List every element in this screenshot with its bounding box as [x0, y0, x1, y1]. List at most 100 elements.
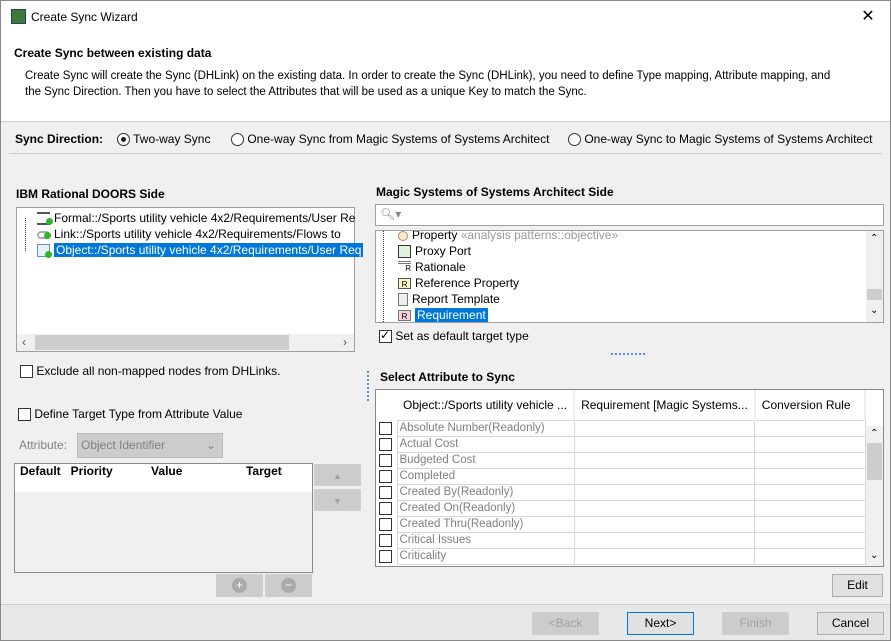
property-icon [398, 231, 408, 241]
column-header[interactable]: Value [118, 464, 216, 478]
target-attribute-cell[interactable] [573, 483, 756, 501]
conversion-rule-cell[interactable] [754, 515, 866, 533]
target-attribute-cell[interactable] [573, 515, 756, 533]
exclude-checkbox[interactable]: Exclude all non-mapped nodes from DHLink… [20, 364, 280, 379]
remove-button[interactable]: − [265, 574, 312, 597]
magic-type-tree[interactable]: Property «analysis patterns::objective» … [375, 230, 884, 323]
conversion-rule-cell[interactable] [754, 531, 866, 549]
target-attribute-cell[interactable] [573, 547, 756, 565]
row-checkbox[interactable] [379, 533, 392, 547]
table-row[interactable]: Absolute Number(Readonly) [376, 419, 866, 437]
conversion-rule-cell[interactable] [754, 499, 866, 517]
move-down-button[interactable]: ▼ [314, 489, 361, 511]
radio-two-way[interactable]: Two-way Sync [117, 132, 210, 147]
tree-item-selected[interactable]: Object::/Sports utility vehicle 4x2/Requ… [37, 242, 364, 259]
row-checkbox[interactable] [379, 549, 392, 563]
column-header[interactable]: Object::/Sports utility vehicle ... [397, 390, 576, 420]
target-attribute-cell[interactable] [573, 451, 756, 469]
target-attribute-cell[interactable] [573, 499, 756, 517]
target-attribute-cell[interactable] [573, 531, 756, 549]
column-header[interactable]: Requirement [Magic Systems... [574, 390, 756, 420]
tree-item[interactable]: Property «analysis patterns::objective» [398, 231, 618, 243]
row-checkbox[interactable] [379, 501, 392, 515]
radio-icon[interactable] [117, 133, 130, 147]
radio-icon[interactable] [568, 133, 581, 147]
radio-one-way-from[interactable]: One-way Sync from Magic Systems of Syste… [231, 132, 549, 147]
checkbox-icon[interactable] [379, 328, 392, 344]
move-up-button[interactable]: ▲ [314, 464, 361, 486]
horizontal-scrollbar[interactable]: ‹ › [17, 334, 354, 351]
edit-button[interactable]: Edit [832, 574, 883, 597]
table-row[interactable]: Criticality [376, 547, 866, 565]
table-row[interactable]: Actual Cost [376, 435, 866, 453]
tree-line [383, 231, 384, 322]
attributes-table[interactable]: Object::/Sports utility vehicle ... Requ… [375, 389, 884, 567]
target-attribute-cell[interactable] [573, 419, 756, 437]
splitter-handle[interactable] [611, 353, 645, 355]
table-row[interactable]: Critical Issues [376, 531, 866, 549]
scroll-down-icon[interactable]: ⌄ [870, 550, 878, 561]
attribute-name-cell: Criticality [396, 547, 575, 565]
target-type-table[interactable]: Default Priority Value Target [14, 463, 313, 573]
radio-one-way-to[interactable]: One-way Sync to Magic Systems of Systems… [568, 132, 872, 147]
column-header[interactable]: Target [216, 464, 312, 478]
tree-item[interactable]: Link::/Sports utility vehicle 4x2/Requir… [37, 226, 341, 242]
conversion-rule-cell[interactable] [754, 547, 866, 565]
scroll-down-icon[interactable]: ⌄ [870, 305, 878, 316]
default-target-checkbox[interactable]: Set as default target type [379, 328, 529, 344]
row-checkbox[interactable] [379, 485, 392, 499]
search-input[interactable]: 🔍︎▾ [375, 204, 884, 226]
table-row[interactable]: Created On(Readonly) [376, 499, 866, 517]
tree-item[interactable]: R Reference Property [398, 275, 519, 291]
radio-icon[interactable] [231, 133, 244, 147]
scroll-up-icon[interactable]: ⌃ [870, 428, 878, 439]
scroll-up-icon[interactable]: ⌃ [870, 233, 878, 244]
row-checkbox[interactable] [379, 517, 392, 531]
close-button[interactable]: ✕ [853, 5, 883, 29]
header-description: Create Sync will create the Sync (DHLink… [25, 70, 831, 98]
table-row[interactable]: Completed [376, 467, 866, 485]
target-attribute-cell[interactable] [573, 467, 756, 485]
tree-item[interactable]: Formal::/Sports utility vehicle 4x2/Requ… [37, 210, 355, 226]
table-row[interactable]: Budgeted Cost [376, 451, 866, 469]
back-button[interactable]: <Back [532, 612, 599, 635]
scroll-thumb[interactable] [867, 289, 882, 300]
scroll-right-icon[interactable]: › [343, 335, 347, 349]
table-row[interactable]: Created Thru(Readonly) [376, 515, 866, 533]
finish-button[interactable]: Finish [722, 612, 789, 635]
scroll-thumb[interactable] [35, 335, 289, 350]
target-attribute-cell[interactable] [573, 435, 756, 453]
tree-item[interactable]: R Rationale [398, 259, 466, 275]
column-header[interactable]: Conversion Rule [754, 390, 867, 420]
tree-item-selected[interactable]: R Requirement [398, 307, 488, 322]
attribute-select[interactable]: Object Identifier ⌄ [77, 433, 223, 458]
column-header[interactable]: Priority [66, 464, 118, 478]
tree-item[interactable]: Proxy Port [398, 243, 471, 259]
conversion-rule-cell[interactable] [754, 419, 866, 437]
conversion-rule-cell[interactable] [754, 435, 866, 453]
vertical-scrollbar[interactable]: ⌃ ⌄ [866, 426, 883, 566]
tree-item[interactable]: Report Template [398, 291, 500, 307]
add-button[interactable]: + [216, 574, 263, 597]
column-header[interactable]: Default [15, 464, 66, 478]
scroll-left-icon[interactable]: ‹ [22, 335, 26, 349]
scroll-thumb[interactable] [867, 443, 882, 480]
cancel-button[interactable]: Cancel [817, 612, 884, 635]
row-checkbox[interactable] [379, 453, 392, 467]
triangle-down-icon: ▼ [333, 496, 342, 506]
row-checkbox[interactable] [379, 469, 392, 483]
row-checkbox[interactable] [379, 437, 392, 451]
define-target-checkbox[interactable]: Define Target Type from Attribute Value [18, 407, 242, 422]
vertical-splitter-handle[interactable] [367, 371, 369, 401]
doors-tree[interactable]: Formal::/Sports utility vehicle 4x2/Requ… [16, 207, 364, 352]
conversion-rule-cell[interactable] [754, 467, 866, 485]
table-row[interactable]: Created By(Readonly) [376, 483, 866, 501]
next-button[interactable]: Next> [627, 612, 694, 635]
conversion-rule-cell[interactable] [754, 483, 866, 501]
triangle-up-icon: ▲ [333, 471, 342, 481]
conversion-rule-cell[interactable] [754, 451, 866, 469]
row-checkbox[interactable] [379, 421, 392, 435]
checkbox-icon[interactable] [18, 408, 31, 422]
vertical-scrollbar[interactable]: ⌃ ⌄ [866, 231, 883, 322]
checkbox-icon[interactable] [20, 365, 33, 379]
